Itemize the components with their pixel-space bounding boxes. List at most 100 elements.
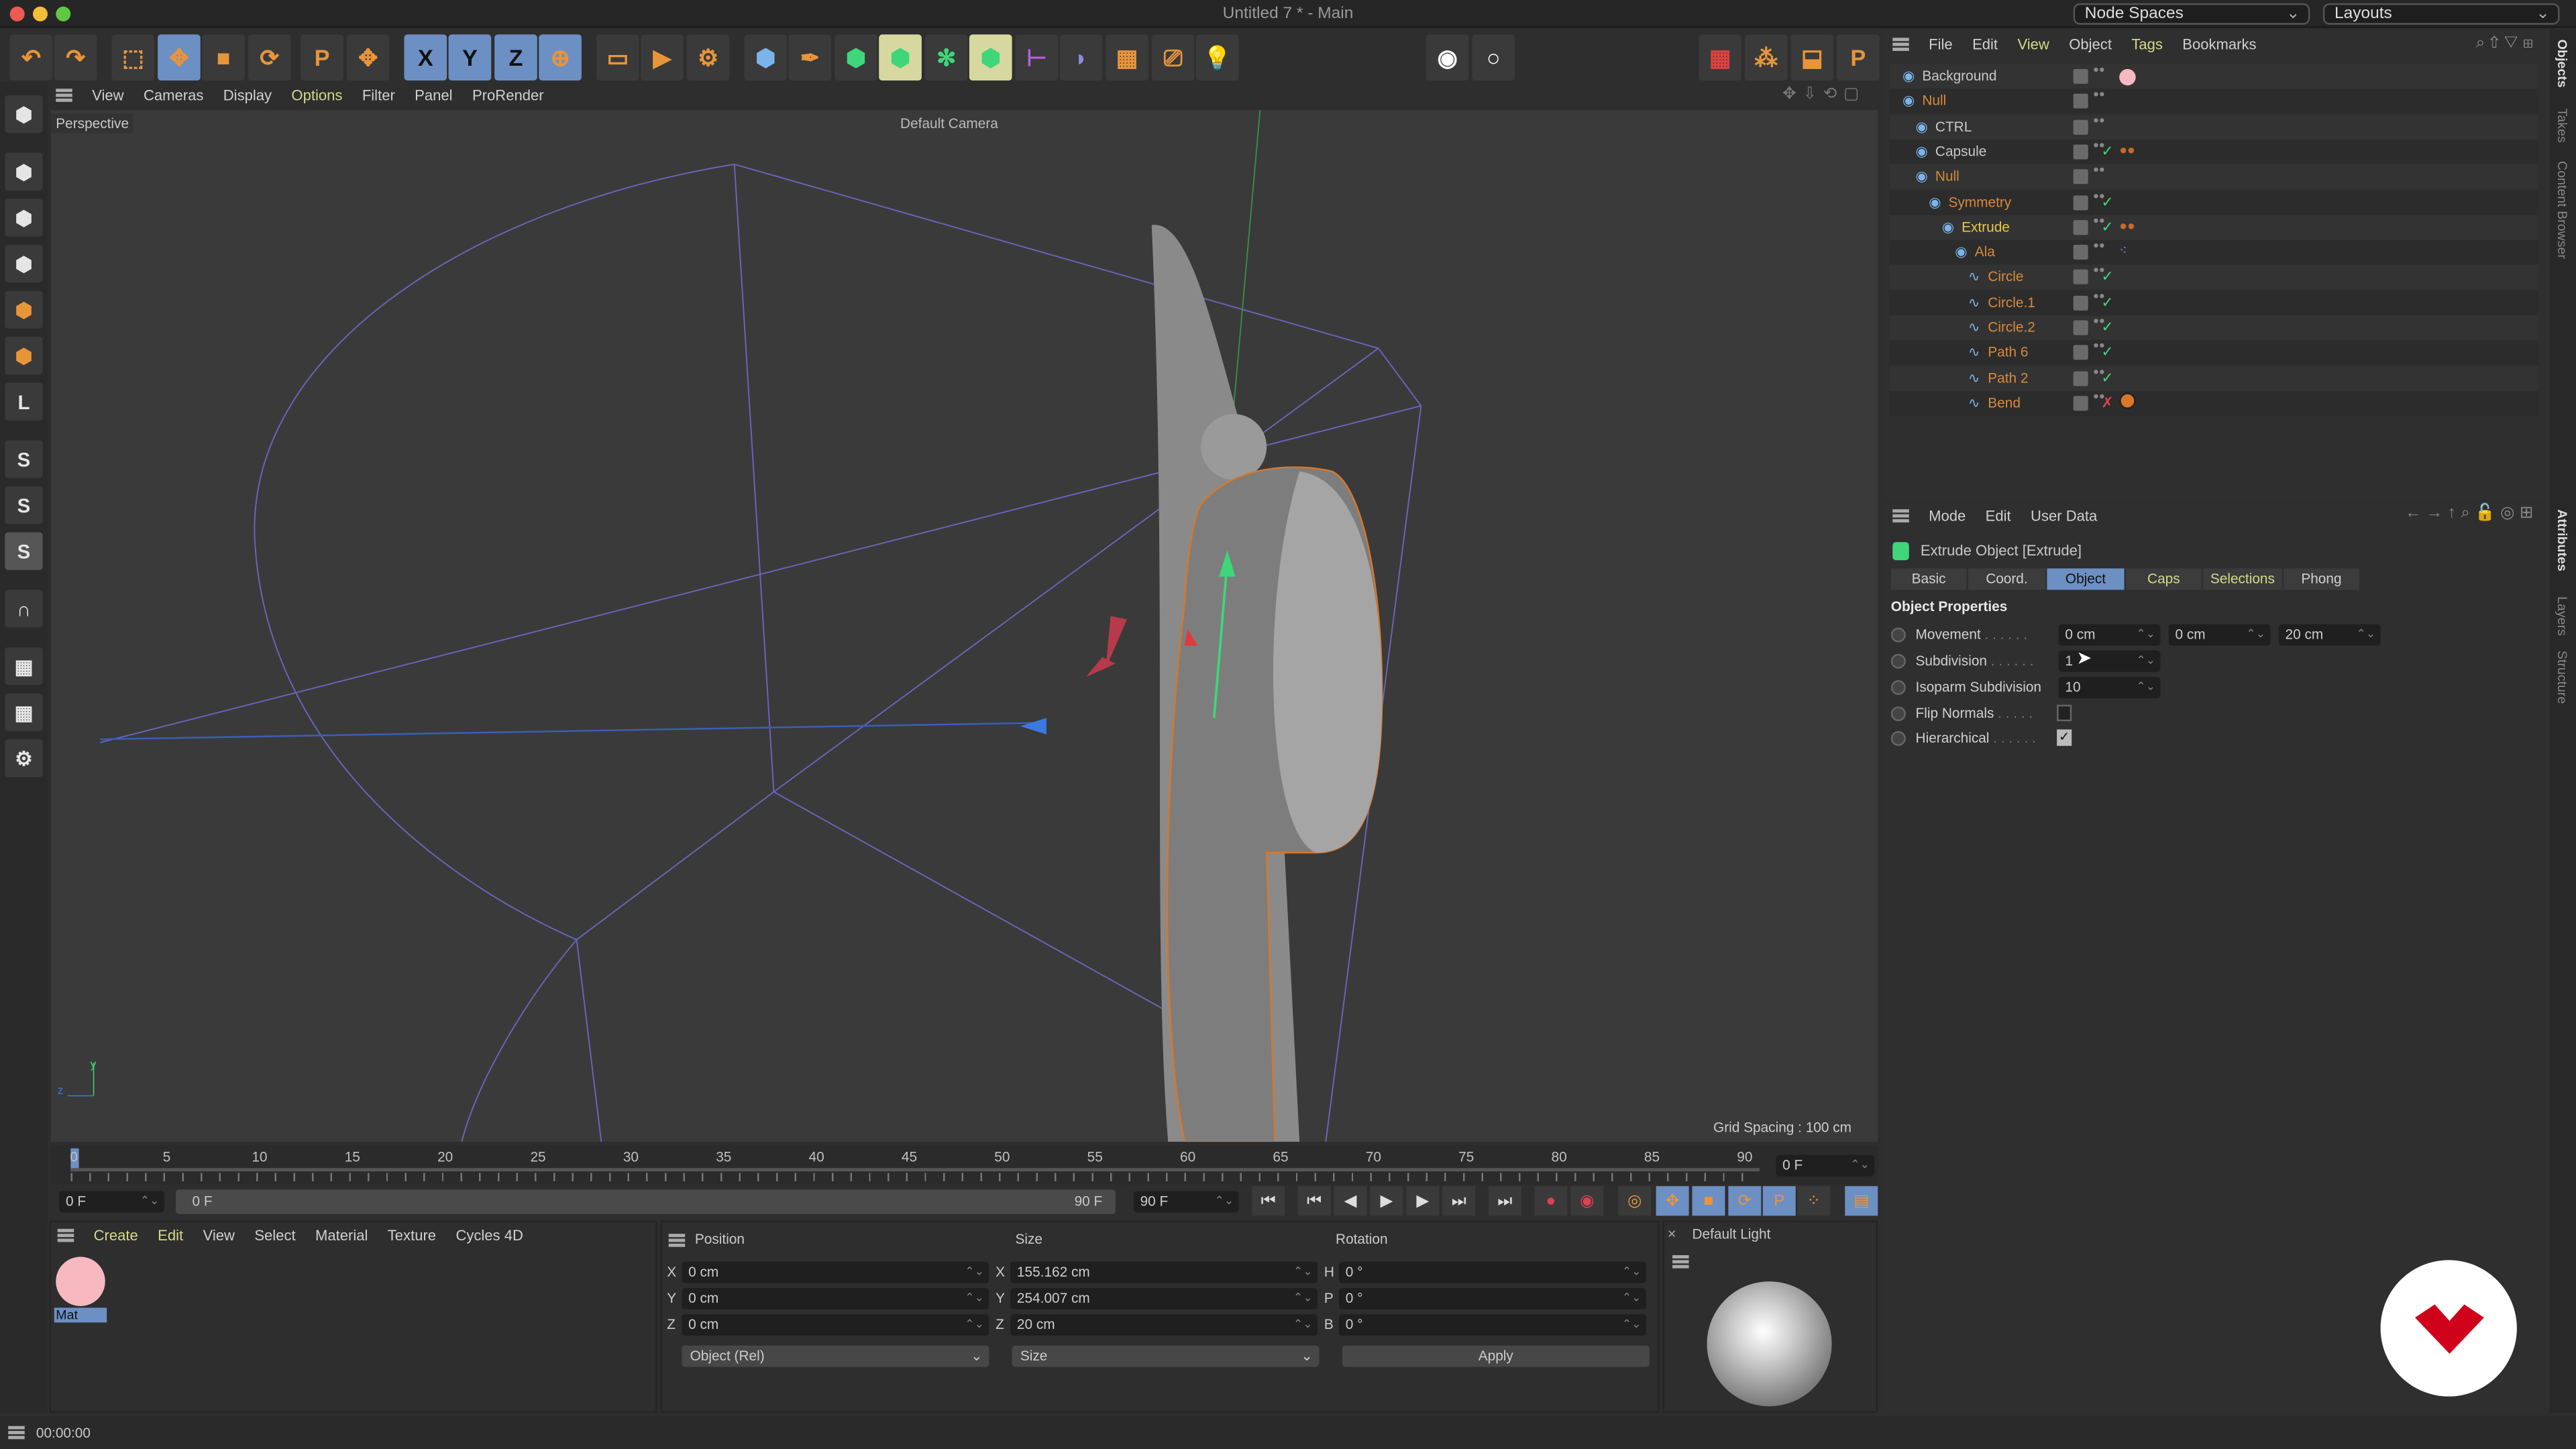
- next-frame-button[interactable]: ▶: [1406, 1186, 1440, 1216]
- enable-toggle[interactable]: ✓: [2101, 315, 2113, 340]
- editor-visibility-toggle[interactable]: [2073, 320, 2088, 335]
- apply-button[interactable]: Apply: [1342, 1345, 1650, 1367]
- editor-visibility-toggle[interactable]: [2073, 169, 2088, 184]
- psr-icon[interactable]: P: [301, 34, 343, 81]
- snap-s3-icon[interactable]: S: [5, 532, 43, 570]
- rotation-b-field[interactable]: 0 ° ⌃⌄: [1338, 1314, 1646, 1336]
- movement-z-field[interactable]: 20 cm ⌃⌄: [2278, 624, 2381, 646]
- key-parameter-button[interactable]: P: [1762, 1186, 1796, 1216]
- menu-display[interactable]: Display: [223, 87, 272, 103]
- rotation-h-field[interactable]: 0 ° ⌃⌄: [1338, 1261, 1646, 1283]
- object-name[interactable]: Path 2: [1988, 366, 2028, 390]
- enable-toggle[interactable]: ✓: [2101, 341, 2113, 366]
- frame-range-slider[interactable]: 0 F 90 F: [176, 1189, 1116, 1214]
- object-row[interactable]: ◉ Background ●●: [1889, 64, 2538, 89]
- object-name[interactable]: Symmetry: [1949, 190, 2012, 215]
- rotate-icon[interactable]: ⟳: [248, 34, 291, 81]
- menu-view[interactable]: View: [2017, 36, 2049, 52]
- light-icon[interactable]: 💡: [1195, 34, 1239, 81]
- object-name[interactable]: Extrude: [1962, 215, 2010, 239]
- snap-icon[interactable]: ◉: [1426, 34, 1469, 81]
- position-x-field[interactable]: 0 cm ⌃⌄: [682, 1261, 989, 1283]
- key-rotation-button[interactable]: ⟳: [1728, 1186, 1762, 1216]
- animate-radio[interactable]: [1890, 654, 1906, 669]
- timeline-ruler[interactable]: 0 5 10 15 20 25 30 35 40 45 50 55 60 65 70 75 80 85 90: [50, 1144, 1878, 1185]
- menu-file[interactable]: File: [1929, 36, 1953, 52]
- subdivision-field[interactable]: 1 ⌃⌄: [2058, 650, 2161, 672]
- object-row[interactable]: ∿ Bend ●● ✗: [1889, 390, 2538, 416]
- menu-tags[interactable]: Tags: [2131, 36, 2163, 52]
- object-row[interactable]: ∿ Path 6 ●● ✓: [1889, 340, 2538, 366]
- size-z-field[interactable]: 20 cm ⌃⌄: [1010, 1314, 1318, 1336]
- tab-phong[interactable]: Phong: [2284, 568, 2359, 590]
- enable-toggle[interactable]: ✓: [2101, 190, 2113, 215]
- menu-object[interactable]: Object: [2069, 36, 2112, 52]
- enable-toggle[interactable]: ✓: [2101, 140, 2113, 164]
- position-z-field[interactable]: 0 cm ⌃⌄: [682, 1314, 989, 1336]
- object-row[interactable]: ∿ Circle.2 ●● ✓: [1889, 315, 2538, 340]
- workplane-icon[interactable]: ▦: [5, 647, 43, 686]
- visibility-dots[interactable]: ●●: [2093, 342, 2105, 352]
- camera-label[interactable]: Default Camera: [900, 115, 998, 131]
- 3d-viewport[interactable]: Perspective Default Camera y z Grid Spac…: [50, 110, 1878, 1142]
- tab-object[interactable]: Object: [2047, 568, 2125, 590]
- tag-icon[interactable]: ●●: [2119, 143, 2135, 158]
- select-icon[interactable]: ⬚: [111, 34, 155, 81]
- texture-mode-icon[interactable]: ⬢: [5, 199, 43, 237]
- object-name[interactable]: Path 6: [1988, 341, 2028, 366]
- hamburger-icon[interactable]: [56, 89, 72, 102]
- object-row[interactable]: ◉ Null ●●: [1889, 164, 2538, 190]
- timeline-window-button[interactable]: ▤: [1845, 1186, 1878, 1216]
- material-tag-icon[interactable]: [2119, 68, 2136, 86]
- menu-mode[interactable]: Mode: [1929, 508, 1966, 524]
- size-mode-dropdown[interactable]: Size ⌄: [1012, 1345, 1320, 1367]
- tab-basic[interactable]: Basic: [1890, 568, 1967, 590]
- magnet-icon[interactable]: ∩: [5, 590, 43, 628]
- menu-cameras[interactable]: Cameras: [144, 87, 203, 103]
- camera-icon[interactable]: ⎚: [1151, 34, 1195, 81]
- enable-toggle[interactable]: ✓: [2101, 265, 2113, 290]
- selection-tag-icon[interactable]: ⁖: [2119, 243, 2127, 258]
- hamburger-icon[interactable]: [1892, 509, 1909, 523]
- keyframe-selection-icon[interactable]: ◎: [1618, 1186, 1652, 1216]
- menu-view[interactable]: View: [203, 1227, 235, 1243]
- tab-takes[interactable]: Takes: [2555, 109, 2569, 143]
- visibility-dots[interactable]: ●●: [2093, 241, 2105, 252]
- visibility-dots[interactable]: ●●: [2093, 91, 2105, 101]
- subdivision-icon[interactable]: ⬢: [835, 34, 877, 81]
- menu-edit[interactable]: Edit: [1986, 508, 2011, 524]
- snap-s2-icon[interactable]: S: [5, 486, 43, 525]
- psr-reset-icon[interactable]: P: [1836, 34, 1880, 81]
- animate-radio[interactable]: [1890, 680, 1906, 696]
- animate-radio[interactable]: [1890, 731, 1906, 747]
- editor-visibility-toggle[interactable]: [2073, 270, 2088, 285]
- object-name[interactable]: Bend: [1988, 391, 2021, 416]
- visibility-dots[interactable]: ●●: [2093, 267, 2105, 277]
- node-spaces-dropdown[interactable]: Node Spaces ⌄: [2073, 3, 2310, 25]
- close-icon[interactable]: ×: [1668, 1226, 1676, 1242]
- timeline-icon[interactable]: ▦: [1699, 34, 1741, 81]
- render-view-icon[interactable]: ▭: [596, 34, 639, 81]
- x-axis-icon[interactable]: X: [404, 34, 447, 81]
- menu-view[interactable]: View: [92, 87, 123, 103]
- material-mat[interactable]: Mat: [54, 1255, 107, 1331]
- menu-cycles4d[interactable]: Cycles 4D: [455, 1227, 523, 1243]
- prev-key-button[interactable]: ⏮: [1297, 1186, 1331, 1216]
- autokey-button[interactable]: ◉: [1570, 1186, 1604, 1216]
- end-frame-field[interactable]: 90 F ⌃⌄: [1133, 1191, 1239, 1213]
- object-row[interactable]: ∿ Path 2 ●● ✓: [1889, 366, 2538, 390]
- tab-attributes[interactable]: Attributes: [2555, 509, 2569, 572]
- object-name[interactable]: Circle.1: [1988, 290, 2035, 315]
- editor-visibility-toggle[interactable]: [2073, 370, 2088, 386]
- tab-selections[interactable]: Selections: [2203, 568, 2282, 590]
- flip-normals-checkbox[interactable]: [2057, 704, 2072, 722]
- model-mode-icon[interactable]: ⬢: [5, 152, 43, 191]
- visibility-dots[interactable]: ●●: [2093, 141, 2105, 151]
- z-axis-icon[interactable]: Z: [494, 34, 537, 81]
- current-frame-field[interactable]: 0 F ⌃⌄: [1776, 1155, 1875, 1177]
- editor-visibility-toggle[interactable]: [2073, 68, 2088, 84]
- x-arrow-icon[interactable]: [1020, 718, 1047, 735]
- cloner-icon[interactable]: ✻: [924, 34, 968, 81]
- coordinate-mode-dropdown[interactable]: Object (Rel) ⌄: [682, 1345, 989, 1367]
- object-row[interactable]: ∿ Circle ●● ✓: [1889, 265, 2538, 290]
